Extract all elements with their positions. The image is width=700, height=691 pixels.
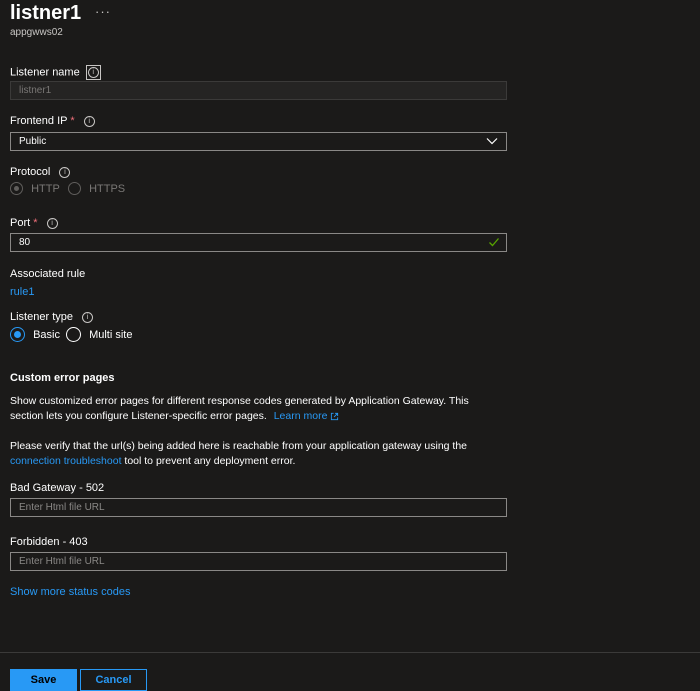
external-link-icon — [331, 412, 339, 420]
chevron-down-icon — [486, 138, 498, 145]
connection-troubleshoot-link[interactable]: connection troubleshoot — [10, 455, 122, 467]
port-value: 80 — [19, 237, 31, 248]
required-marker: * — [70, 115, 75, 127]
port-info-icon[interactable]: i — [46, 217, 58, 229]
listener-name-label: Listener name — [10, 66, 80, 79]
listener-name-input: listner1 — [10, 81, 507, 100]
frontend-ip-dropdown[interactable]: Public — [10, 132, 507, 151]
frontend-ip-label-row: Frontend IP * i — [10, 115, 95, 127]
required-marker: * — [33, 217, 38, 229]
custom-error-description: Show customized error pages for differen… — [10, 395, 469, 422]
custom-error-pages-heading: Custom error pages — [10, 372, 115, 384]
port-input[interactable]: 80 — [10, 233, 507, 252]
listener-type-info-icon[interactable]: i — [82, 311, 94, 323]
bad-gateway-placeholder: Enter Html file URL — [19, 502, 105, 513]
port-label-row: Port * i — [10, 217, 58, 229]
rule1-link[interactable]: rule1 — [10, 286, 34, 298]
checkmark-icon — [489, 238, 499, 247]
protocol-label-row: Protocol i — [10, 166, 71, 178]
forbidden-placeholder: Enter Html file URL — [19, 556, 105, 567]
listener-type-basic-option[interactable]: Basic — [10, 327, 60, 342]
bad-gateway-label: Bad Gateway - 502 — [10, 482, 105, 494]
listener-type-basic-radio[interactable] — [10, 327, 25, 342]
protocol-http-option: HTTP — [10, 182, 60, 195]
listener-name-label-row: Listener name i — [10, 65, 101, 80]
associated-rule-label: Associated rule — [10, 268, 86, 280]
frontend-ip-info-icon[interactable]: i — [83, 115, 95, 127]
protocol-info-icon[interactable]: i — [59, 166, 71, 178]
learn-more-link[interactable]: Learn more — [274, 410, 340, 422]
listener-type-label-row: Listener type i — [10, 311, 94, 323]
page-subtitle: appgwws02 — [10, 27, 63, 38]
protocol-label: Protocol — [10, 166, 51, 178]
protocol-http-radio — [10, 182, 23, 195]
port-label: Port — [10, 217, 31, 229]
forbidden-url-input[interactable]: Enter Html file URL — [10, 552, 507, 571]
show-more-status-codes-link[interactable]: Show more status codes — [10, 586, 130, 598]
listener-type-multisite-radio[interactable] — [66, 327, 81, 342]
protocol-https-option: HTTPS — [68, 182, 125, 195]
more-options-icon[interactable]: ··· — [95, 4, 111, 19]
listener-name-info-icon[interactable]: i — [85, 65, 101, 80]
listener-type-multisite-option[interactable]: Multi site — [66, 327, 132, 342]
footer-divider — [0, 652, 700, 653]
verify-notice: Please verify that the url(s) being adde… — [10, 440, 468, 467]
protocol-https-radio — [68, 182, 81, 195]
forbidden-label: Forbidden - 403 — [10, 536, 88, 548]
frontend-ip-label: Frontend IP — [10, 115, 68, 127]
frontend-ip-value: Public — [19, 136, 47, 147]
bad-gateway-url-input[interactable]: Enter Html file URL — [10, 498, 507, 517]
page-title: listner1 — [10, 2, 82, 24]
listener-type-label: Listener type — [10, 311, 73, 323]
